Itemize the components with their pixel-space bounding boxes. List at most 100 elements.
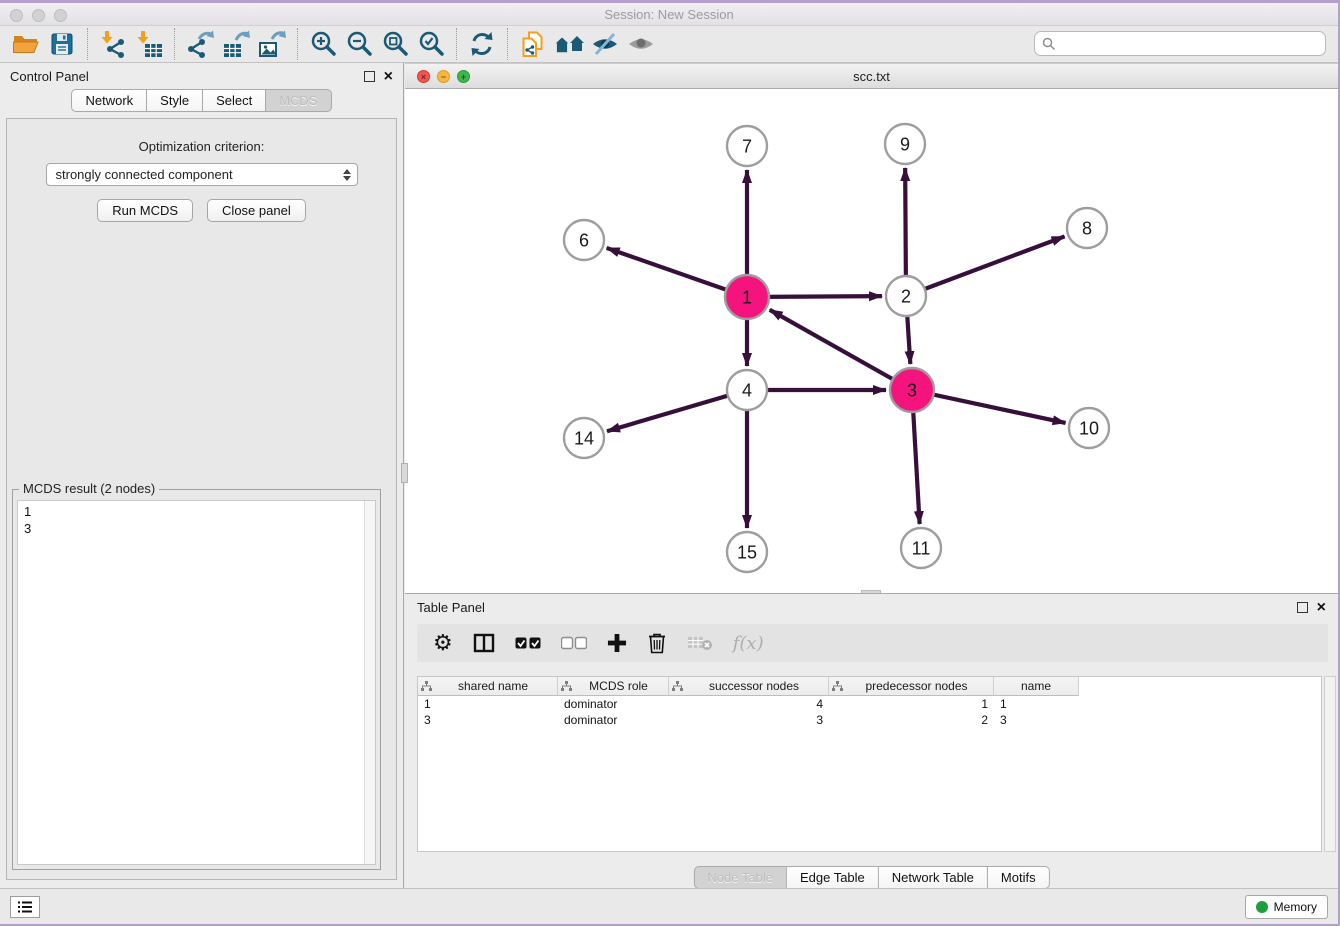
tab-mcds[interactable]: MCDS [266, 89, 331, 112]
graph-edge-4-14[interactable] [607, 390, 747, 431]
save-session-button[interactable] [44, 28, 80, 60]
window-traffic-lights[interactable] [10, 9, 67, 22]
tab-network[interactable]: Network [71, 89, 147, 112]
table-cell[interactable]: dominator [558, 696, 669, 712]
delete-column-icon[interactable] [647, 632, 667, 654]
eye-icon [627, 30, 655, 58]
mcds-result-line: 1 [24, 503, 375, 520]
export-network-button[interactable] [182, 28, 218, 60]
vertical-splitter-handle[interactable] [401, 463, 408, 483]
graph-edge-3-10[interactable] [912, 390, 1066, 423]
table-row[interactable]: 1dominator411 [418, 696, 1321, 712]
table-cell[interactable]: 3 [669, 712, 829, 728]
table-cell[interactable]: 2 [829, 712, 994, 728]
network-canvas[interactable]: 1 2 3 4 6 7 8 9 10 11 14 15 [405, 89, 1338, 593]
graph-node-4[interactable]: 4 [727, 370, 767, 410]
toolbar-separator [456, 28, 457, 60]
network-maximize-button[interactable]: + [457, 70, 470, 83]
criterion-dropdown[interactable]: strongly connected component [46, 163, 358, 186]
split-view-icon[interactable] [473, 632, 495, 654]
tab-select[interactable]: Select [203, 89, 266, 112]
network-minimize-button[interactable]: − [437, 70, 450, 83]
graph-node-15[interactable]: 15 [727, 532, 767, 572]
table-tab-motifs[interactable]: Motifs [988, 866, 1050, 889]
table-cell[interactable]: 3 [994, 712, 1079, 728]
network-window-title: scc.txt [853, 69, 890, 84]
table-tab-edge-table[interactable]: Edge Table [787, 866, 879, 889]
zoom-fit-button[interactable] [377, 28, 413, 60]
table-cell[interactable]: dominator [558, 712, 669, 728]
column-header-successor-nodes[interactable]: successor nodes [669, 677, 829, 696]
table-tab-network-table[interactable]: Network Table [879, 866, 988, 889]
export-table-button[interactable] [218, 28, 254, 60]
hide-selected-button[interactable] [587, 28, 623, 60]
first-neighbors-button[interactable] [551, 28, 587, 60]
zoom-window-button[interactable] [54, 9, 67, 22]
export-image-button[interactable] [254, 28, 290, 60]
graph-node-14[interactable]: 14 [564, 418, 604, 458]
result-scrollbar[interactable] [364, 501, 375, 864]
double-home-icon [553, 31, 585, 57]
memory-button-label: Memory [1274, 900, 1317, 914]
import-network-button[interactable] [95, 28, 131, 60]
graph-node-10[interactable]: 10 [1069, 408, 1109, 448]
close-table-panel-icon[interactable]: × [1317, 602, 1326, 613]
open-file-button[interactable] [8, 28, 44, 60]
network-window-titlebar[interactable]: × − + scc.txt [405, 63, 1338, 89]
float-panel-icon[interactable] [364, 71, 375, 82]
column-header-shared-name[interactable]: shared name [418, 677, 558, 696]
new-network-from-selection-button[interactable] [515, 28, 551, 60]
close-panel-icon[interactable]: × [384, 71, 393, 82]
search-field[interactable] [1034, 31, 1326, 56]
zoom-selected-button[interactable] [413, 28, 449, 60]
table-row[interactable]: 3dominator323 [418, 712, 1321, 728]
memory-button[interactable]: Memory [1245, 895, 1328, 919]
column-header-name[interactable]: name [994, 677, 1079, 696]
network-close-button[interactable]: × [417, 70, 430, 83]
close-window-button[interactable] [10, 9, 23, 22]
table-cell[interactable]: 4 [669, 696, 829, 712]
table-cell[interactable]: 3 [418, 712, 558, 728]
graph-edge-3-1[interactable] [770, 310, 912, 390]
show-hidden-button[interactable] [623, 28, 659, 60]
table-tab-node-table[interactable]: Node Table [693, 866, 787, 889]
float-table-panel-icon[interactable] [1297, 602, 1308, 613]
select-all-checkboxes-icon[interactable] [515, 636, 541, 650]
close-panel-button[interactable]: Close panel [207, 199, 306, 222]
search-input[interactable] [1061, 36, 1325, 51]
svg-text:10: 10 [1079, 418, 1099, 438]
mcds-result-box[interactable]: 13 [17, 500, 376, 865]
task-history-button[interactable] [10, 896, 40, 918]
graph-node-1[interactable]: 1 [725, 275, 769, 319]
run-mcds-button[interactable]: Run MCDS [97, 199, 193, 222]
deselect-all-checkboxes-icon[interactable] [561, 636, 587, 650]
graph-node-11[interactable]: 11 [901, 528, 941, 568]
criterion-dropdown-value: strongly connected component [56, 167, 343, 182]
graph-node-9[interactable]: 9 [885, 124, 925, 164]
minimize-window-button[interactable] [32, 9, 45, 22]
table-cell[interactable]: 1 [994, 696, 1079, 712]
settings-gear-icon[interactable]: ⚙ [433, 632, 453, 654]
table-cell[interactable]: 1 [418, 696, 558, 712]
graph-node-7[interactable]: 7 [727, 126, 767, 166]
tab-style[interactable]: Style [147, 89, 203, 112]
graph-edge-2-8[interactable] [906, 236, 1065, 296]
graph-node-3[interactable]: 3 [890, 368, 934, 412]
zoom-out-button[interactable] [341, 28, 377, 60]
table-cell[interactable]: 1 [829, 696, 994, 712]
add-column-icon[interactable] [607, 633, 627, 653]
graph-node-6[interactable]: 6 [564, 220, 604, 260]
svg-text:2: 2 [901, 286, 911, 306]
import-table-button[interactable] [131, 28, 167, 60]
graph-node-2[interactable]: 2 [886, 276, 926, 316]
refresh-view-button[interactable] [464, 28, 500, 60]
import-table-icon [135, 30, 163, 58]
mcds-result-line: 3 [24, 520, 375, 537]
zoom-in-button[interactable] [305, 28, 341, 60]
column-header-label: name [997, 679, 1075, 693]
graph-node-8[interactable]: 8 [1067, 208, 1107, 248]
column-header-MCDS-role[interactable]: MCDS role [558, 677, 669, 696]
network-graph: 1 2 3 4 6 7 8 9 10 11 14 15 [405, 89, 1337, 592]
column-header-predecessor-nodes[interactable]: predecessor nodes [829, 677, 994, 696]
table-scrollbar[interactable] [1324, 676, 1336, 852]
